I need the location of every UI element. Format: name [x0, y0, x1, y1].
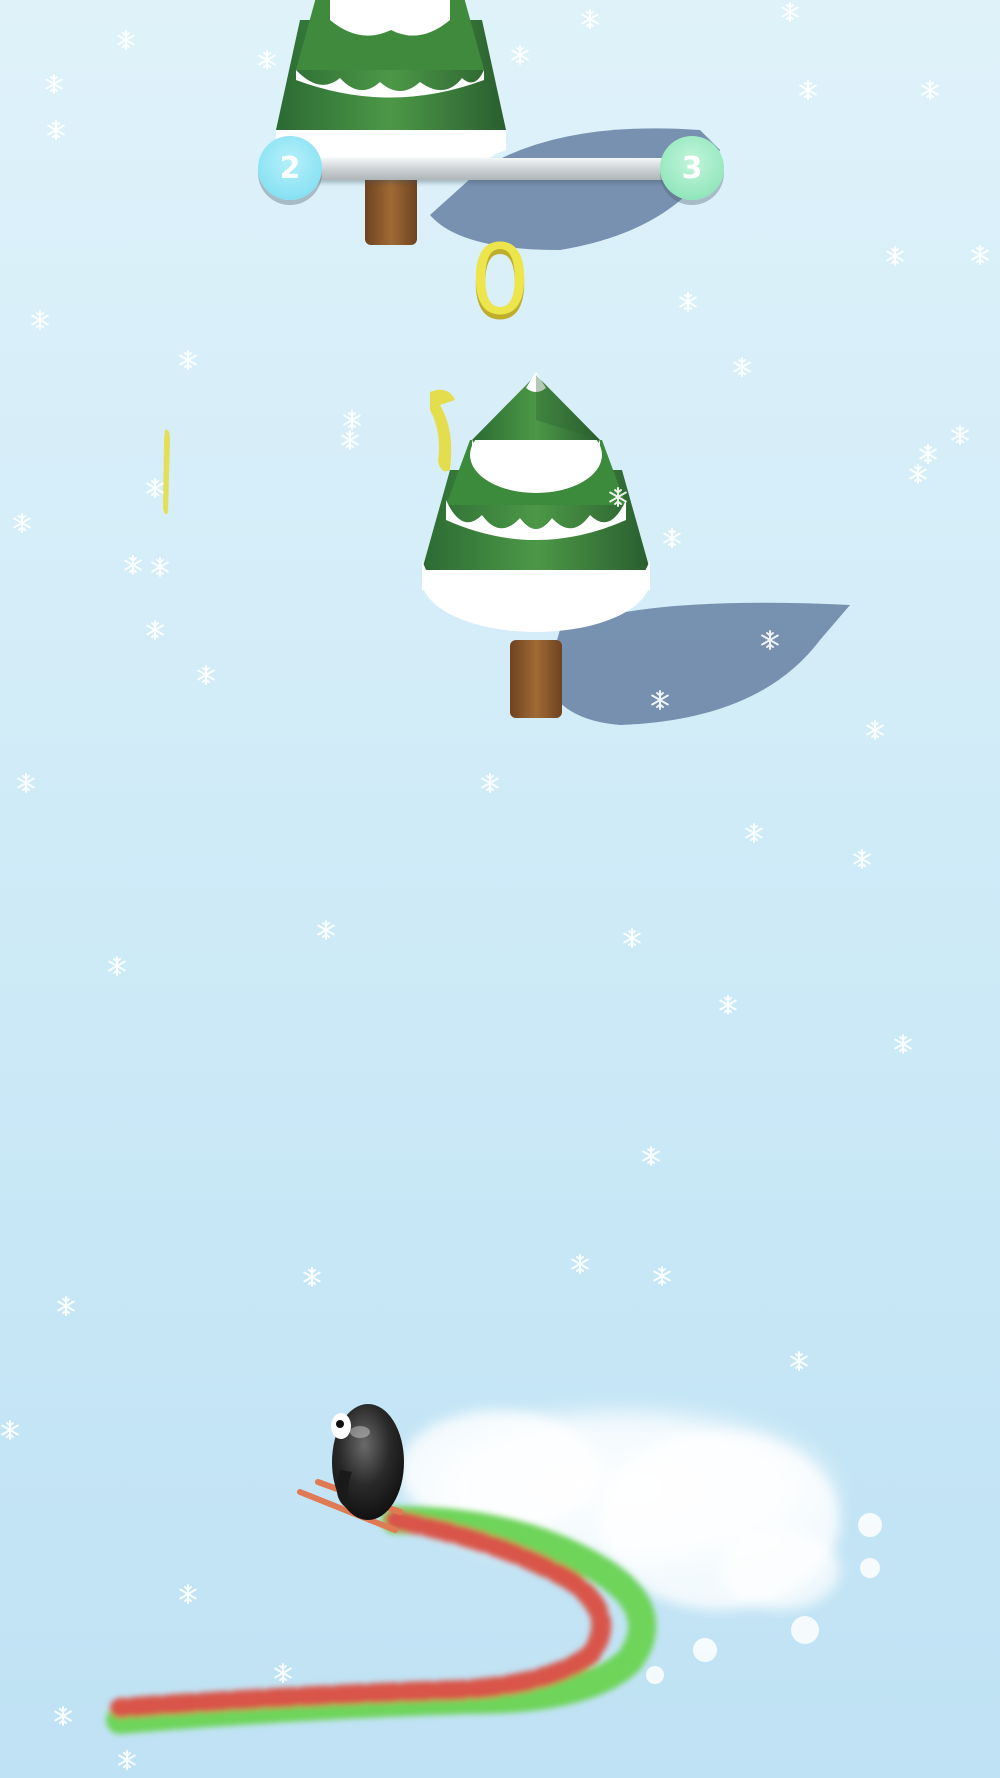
game-scene[interactable]: 2 3 0 — [0, 0, 1000, 1778]
current-level-badge: 2 — [258, 136, 322, 200]
level-progress-bar: 2 3 — [258, 134, 724, 206]
next-level-badge: 3 — [660, 136, 724, 200]
progress-track — [288, 158, 688, 180]
coin-fragment — [430, 389, 455, 472]
ski-trail — [106, 1506, 657, 1734]
score-counter: 0 — [469, 224, 531, 336]
coin-fragment — [163, 429, 170, 515]
